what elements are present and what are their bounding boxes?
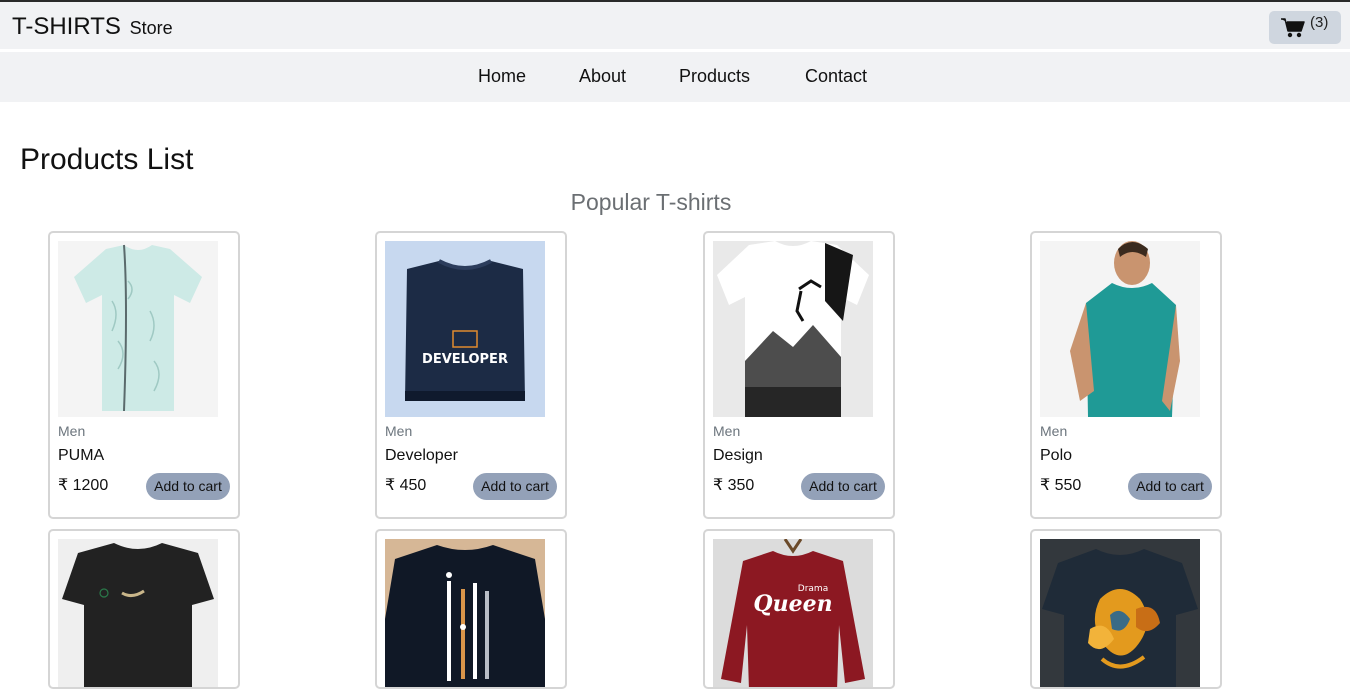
product-card (1030, 529, 1222, 689)
tshirt-image: Queen Drama (713, 539, 873, 687)
image-caption: Queen (753, 591, 832, 617)
nav-products[interactable]: Products (679, 66, 750, 87)
brand-title: T-SHIRTS (12, 13, 121, 40)
product-price: ₹ 1200 (58, 477, 109, 494)
product-price: ₹ 450 (385, 477, 427, 494)
nav-home[interactable]: Home (478, 66, 526, 87)
tshirt-image (1040, 539, 1200, 687)
product-card: Men Design ₹ 350 Add to cart (703, 231, 895, 519)
product-name: PUMA (58, 447, 105, 464)
product-category: Men (713, 423, 741, 439)
main-nav: Home About Products Contact (0, 52, 1350, 102)
image-caption: DEVELOPER (422, 352, 508, 367)
cart-icon (1281, 18, 1305, 38)
product-card: Men PUMA ₹ 1200 Add to cart (48, 231, 240, 519)
product-image-design[interactable] (713, 241, 873, 417)
product-name: Developer (385, 447, 458, 464)
product-price: ₹ 350 (713, 477, 755, 494)
tshirt-image (58, 539, 218, 687)
product-image-nike[interactable] (58, 539, 218, 687)
product-price: ₹ 550 (1040, 477, 1082, 494)
tshirt-image (58, 241, 218, 417)
product-image-floral[interactable] (1040, 539, 1200, 687)
product-category: Men (1040, 423, 1068, 439)
product-image-puma[interactable] (58, 241, 218, 417)
page-title: Products List (20, 143, 194, 176)
product-card: Queen Drama (703, 529, 895, 689)
product-name: Polo (1040, 447, 1073, 464)
cart-count: (3) (1310, 14, 1329, 31)
product-image-developer[interactable]: DEVELOPER (385, 241, 545, 417)
tshirt-image (713, 241, 873, 417)
brand-subtitle: Store (129, 18, 173, 38)
add-to-cart-button[interactable]: Add to cart (801, 473, 885, 500)
product-card (375, 529, 567, 689)
tshirt-image (1040, 241, 1200, 417)
product-image-queen[interactable]: Queen Drama (713, 539, 873, 687)
product-category: Men (58, 423, 86, 439)
product-category: Men (385, 423, 413, 439)
section-title: Popular T-shirts (570, 189, 732, 215)
add-to-cart-button[interactable]: Add to cart (146, 473, 230, 500)
product-card: DEVELOPER Men Developer ₹ 450 Add to car… (375, 231, 567, 519)
nav-about[interactable]: About (579, 66, 626, 87)
product-card (48, 529, 240, 689)
product-card: Men Polo ₹ 550 Add to cart (1030, 231, 1222, 519)
nav-contact[interactable]: Contact (805, 66, 867, 87)
product-image-lines[interactable] (385, 539, 545, 687)
tshirt-image (385, 539, 545, 687)
product-name: Design (713, 447, 763, 464)
brand-logo[interactable]: T-SHIRTS Store (12, 13, 173, 41)
product-image-polo[interactable] (1040, 241, 1200, 417)
cart-button[interactable]: (3) (1269, 11, 1341, 44)
tshirt-image: DEVELOPER (385, 241, 545, 417)
image-caption-small: Drama (798, 584, 828, 594)
top-bar: T-SHIRTS Store (3) (0, 0, 1350, 49)
add-to-cart-button[interactable]: Add to cart (473, 473, 557, 500)
add-to-cart-button[interactable]: Add to cart (1128, 473, 1212, 500)
